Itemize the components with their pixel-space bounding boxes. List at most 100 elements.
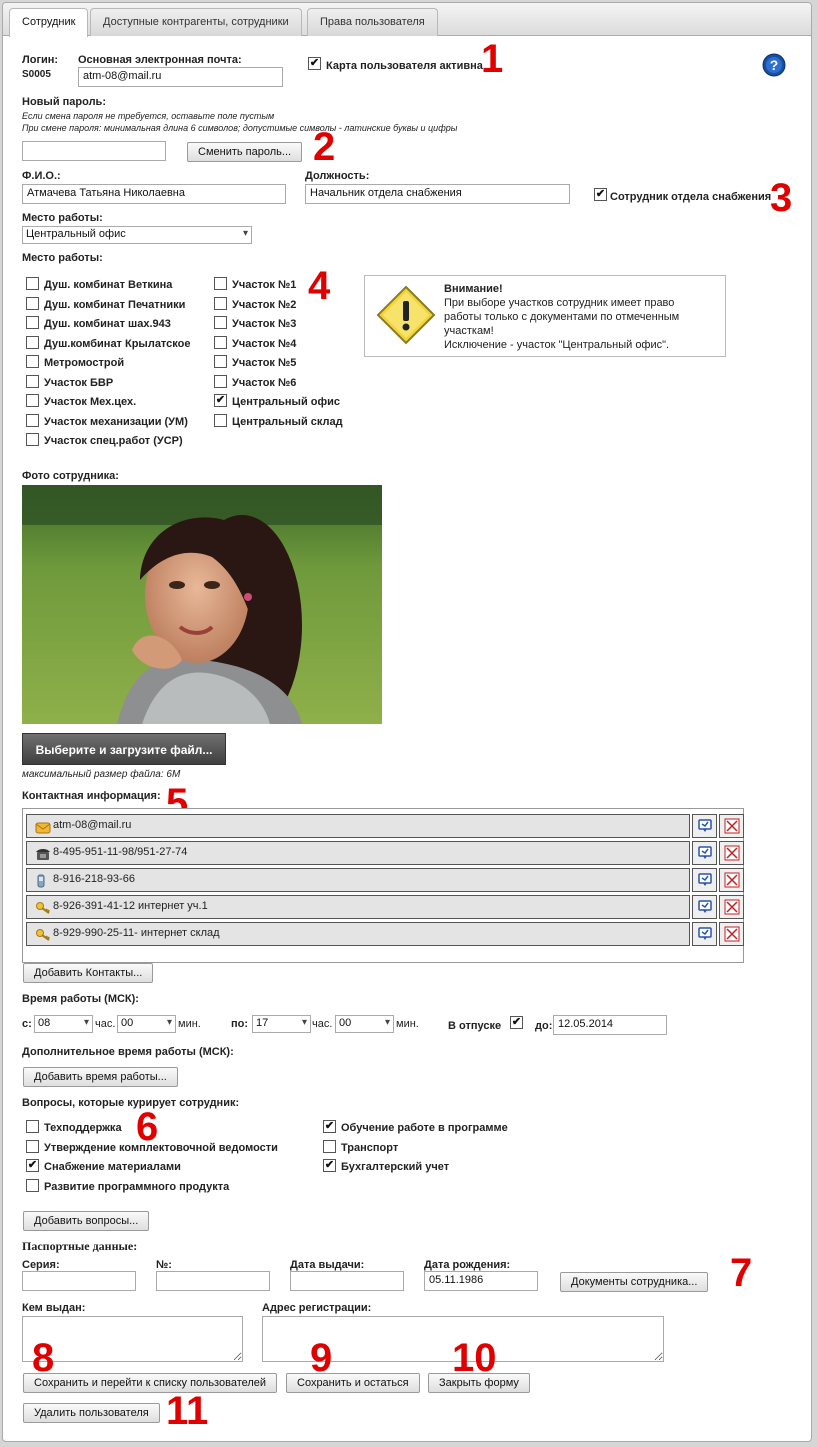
contact-value-field[interactable]: 8-926-391-41-12 интернет уч.1	[26, 895, 690, 919]
to-min-select[interactable]: 00 ▾	[335, 1015, 394, 1033]
checkbox[interactable]	[26, 1139, 39, 1153]
close-form-button[interactable]: Закрыть форму	[428, 1373, 530, 1393]
checkbox[interactable]	[26, 355, 39, 368]
svg-text:?: ?	[770, 57, 779, 73]
delete-contact-button[interactable]	[719, 922, 744, 946]
checkbox[interactable]	[26, 277, 39, 290]
from-min-select[interactable]: 00 ▾	[117, 1015, 176, 1033]
delete-contact-button[interactable]	[719, 895, 744, 919]
workplace-select[interactable]: Центральный офис ▾	[22, 226, 252, 244]
add-questions-button[interactable]: Добавить вопросы...	[23, 1211, 150, 1231]
edit-contact-button[interactable]	[692, 922, 717, 946]
from-hour-value: 08	[38, 1017, 51, 1029]
checkbox[interactable]	[26, 1120, 39, 1133]
checkbox[interactable]	[26, 296, 39, 310]
contact-value-field[interactable]: 8-929-990-25-11- интернет склад	[26, 922, 690, 946]
vacation-checkbox[interactable]: ✔	[510, 1016, 523, 1029]
card-active-checkbox[interactable]: ✔	[308, 57, 321, 70]
employee-documents-button[interactable]: Документы сотрудника...	[560, 1272, 709, 1292]
checkbox[interactable]	[214, 316, 227, 329]
passport-series-field[interactable]	[22, 1271, 136, 1291]
position-label: Должность:	[305, 170, 370, 182]
employee-form: Сотрудник Доступные контрагенты, сотрудн…	[2, 2, 812, 1442]
checkbox[interactable]	[214, 374, 227, 388]
edit-contact-button[interactable]	[692, 895, 717, 919]
issue-date-field[interactable]	[290, 1271, 404, 1291]
new-password-input[interactable]	[22, 141, 166, 161]
checkbox[interactable]	[214, 296, 227, 310]
chevron-down-icon: ▾	[242, 228, 248, 239]
warning-title: Внимание!	[444, 283, 503, 295]
help-icon[interactable]: ?	[762, 53, 786, 77]
issued-by-textarea[interactable]	[22, 1316, 243, 1362]
checkbox[interactable]	[214, 355, 227, 368]
passport-number-field[interactable]	[156, 1271, 270, 1291]
upload-photo-button[interactable]: Выберите и загрузите файл...	[22, 733, 226, 765]
vacation-label: В отпуске	[448, 1020, 502, 1032]
birth-date-field[interactable]: 05.11.1986	[424, 1271, 538, 1291]
save-and-go-button[interactable]: Сохранить и перейти к списку пользовател…	[23, 1373, 278, 1393]
photo-label: Фото сотрудника:	[22, 470, 119, 482]
contact-value-field[interactable]: 8-495-951-11-98/951-27-74	[26, 841, 690, 865]
card-active-label: Карта пользователя активна	[326, 60, 483, 72]
tab-employee[interactable]: Сотрудник	[9, 8, 89, 37]
issue-date-label: Дата выдачи:	[290, 1259, 365, 1271]
edit-contact-button[interactable]	[692, 814, 717, 838]
questions-label: Вопросы, которые курирует сотрудник:	[22, 1097, 240, 1109]
warning-box: Внимание! При выборе участков сотрудник …	[364, 275, 726, 357]
delete-contact-button[interactable]	[719, 868, 744, 892]
email-icon	[35, 820, 51, 834]
supply-dept-checkbox[interactable]: ✔	[594, 188, 607, 201]
contact-value: atm-08@mail.ru	[53, 819, 132, 831]
annotation-7: 7	[730, 1251, 753, 1295]
checkbox[interactable]	[214, 335, 227, 349]
edit-contact-button[interactable]	[692, 841, 717, 865]
contact-value-field[interactable]: atm-08@mail.ru	[26, 814, 690, 838]
tab-bar: Сотрудник Доступные контрагенты, сотрудн…	[3, 3, 811, 37]
passport-series-label: Серия:	[22, 1259, 60, 1271]
add-work-time-button[interactable]: Добавить время работы...	[23, 1067, 178, 1087]
position-field[interactable]: Начальник отдела снабжения	[305, 184, 570, 204]
edit-contact-button[interactable]	[692, 868, 717, 892]
checkbox[interactable]: ✔	[323, 1159, 336, 1172]
checkbox[interactable]	[26, 394, 39, 407]
checkbox-label: Центральный офис	[232, 396, 340, 408]
add-contacts-button[interactable]: Добавить Контакты...	[23, 963, 154, 983]
checkbox-label: Участок №1	[232, 279, 297, 291]
tab-user-rights[interactable]: Права пользователя	[307, 8, 438, 36]
checkbox[interactable]	[26, 433, 39, 446]
delete-contact-button[interactable]	[719, 841, 744, 865]
password-hint-2: При смене пароля: минимальная длина 6 си…	[22, 123, 458, 133]
checkbox[interactable]	[26, 413, 39, 427]
checkbox-label: Транспорт	[341, 1141, 399, 1154]
checkbox[interactable]: ✔	[26, 1159, 39, 1172]
checkbox[interactable]	[26, 316, 39, 329]
chevron-down-icon: ▾	[83, 1017, 89, 1028]
delete-user-button[interactable]: Удалить пользователя	[23, 1403, 160, 1423]
extra-time-label: Дополнительное время работы (МСК):	[22, 1046, 234, 1058]
checkbox[interactable]	[26, 335, 39, 349]
checkbox[interactable]	[214, 277, 227, 290]
contact-value-field[interactable]: 8-916-218-93-66	[26, 868, 690, 892]
close-icon	[724, 926, 739, 942]
delete-contact-button[interactable]	[719, 814, 744, 838]
email-field[interactable]: atm-08@mail.ru	[78, 67, 283, 87]
checkbox[interactable]	[26, 1178, 39, 1192]
to-hour-select[interactable]: 17 ▾	[252, 1015, 311, 1033]
checkbox[interactable]: ✔	[323, 1120, 336, 1133]
checkbox[interactable]	[26, 374, 39, 388]
checkbox-label: Бухгалтерский учет	[341, 1161, 450, 1173]
change-password-button[interactable]: Сменить пароль...	[187, 142, 303, 162]
tab-available-contractors[interactable]: Доступные контрагенты, сотрудники	[90, 8, 302, 36]
vacation-until-field[interactable]: 12.05.2014	[553, 1015, 667, 1035]
close-icon	[724, 818, 739, 834]
checkbox[interactable]	[214, 413, 227, 427]
work-time-from-label: с:	[22, 1018, 32, 1030]
save-and-stay-button[interactable]: Сохранить и остаться	[286, 1373, 420, 1393]
from-hour-select[interactable]: 08 ▾	[34, 1015, 93, 1033]
checkbox-label: Участок спец.работ (УСР)	[44, 435, 183, 447]
checkbox[interactable]: ✔	[214, 394, 227, 407]
checkbox[interactable]	[323, 1139, 336, 1153]
checkbox-label: Участок №4	[232, 337, 297, 350]
fio-field[interactable]: Атмачева Татьяна Николаевна	[22, 184, 286, 204]
